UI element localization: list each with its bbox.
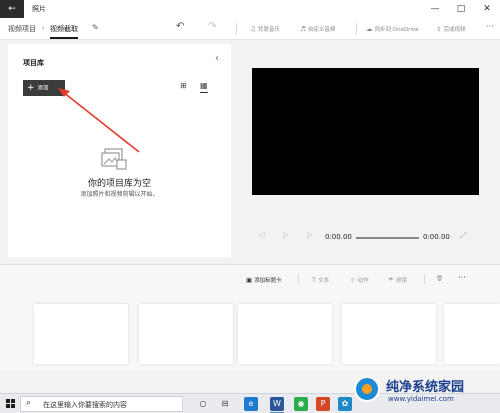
close-button[interactable]: ✕ — [474, 0, 500, 18]
motion-button[interactable]: ⊹ 动作 — [350, 276, 368, 284]
chevron-right-icon: › — [42, 25, 45, 32]
more-options-icon[interactable]: ··· — [458, 273, 466, 282]
storyboard: ▣ 添加标题卡 T 文本 ⊹ 动作 ☂ 滤镜 🗑 ··· — [0, 264, 500, 371]
watermark-url: www.yidaimei.com — [388, 395, 454, 403]
storyboard-slot[interactable] — [444, 304, 500, 364]
edge-browser-icon[interactable]: e — [244, 397, 258, 411]
project-library-panel: 项目库 ‹ + 添加 ⊞ ▦ 你的项目库为空 添加照片和视频剪辑以开始。 — [8, 44, 231, 257]
watermark-title: 纯净系统家园 — [386, 380, 465, 395]
empty-library-title: 你的项目库为空 — [87, 179, 151, 189]
sync-onedrive-label: 同步到 OneDrive — [374, 27, 419, 33]
text-label: 文本 — [317, 278, 329, 284]
plus-icon: + — [27, 83, 35, 93]
minimize-button[interactable]: — — [422, 0, 448, 18]
current-time: 0:00.00 — [325, 233, 352, 241]
background-music-label: 背景音乐 — [257, 27, 280, 33]
command-bar: 视频项目 › 视频截取 ✎ ↶ ↷ ♫ 背景音乐 ♬ 自定义音频 ☁ 同步到 OneD… — [0, 18, 500, 40]
total-time: 0:00.00 — [423, 233, 450, 241]
back-button[interactable]: ← — [0, 0, 24, 18]
finish-video-button[interactable]: ⇪ 完成视频 — [436, 25, 465, 33]
divider — [356, 23, 357, 35]
storyboard-slot[interactable] — [139, 304, 233, 364]
motion-label: 动作 — [357, 278, 369, 284]
export-icon: ⇪ — [436, 25, 442, 33]
storyboard-slot[interactable] — [34, 304, 128, 364]
cortana-icon[interactable]: ○ — [196, 397, 210, 411]
custom-audio-button[interactable]: ♬ 自定义音频 — [300, 25, 335, 33]
word-icon[interactable]: W — [270, 397, 284, 411]
divider — [298, 274, 299, 284]
watermark-logo — [354, 376, 380, 402]
list-view-icon[interactable]: ▦ — [200, 81, 208, 93]
add-title-card-label: 添加标题卡 — [254, 278, 282, 284]
music-icon: ♫ — [250, 25, 256, 33]
divider — [424, 274, 425, 284]
more-options-icon[interactable]: ··· — [486, 22, 494, 31]
play-icon[interactable]: ▷ — [283, 231, 288, 239]
task-view-icon[interactable]: ⊟ — [218, 397, 232, 411]
breadcrumb-video-trim: 视频截取 — [50, 25, 78, 39]
background-music-button[interactable]: ♫ 背景音乐 — [250, 25, 280, 33]
powerpoint-icon[interactable]: P — [316, 397, 330, 411]
preview-panel: ◁ ▷ ▷ 0:00.00 0:00.00 ⤢ — [231, 44, 500, 257]
custom-audio-label: 自定义音频 — [307, 27, 336, 33]
empty-library-subtitle: 添加照片和视频剪辑以开始。 — [80, 191, 159, 198]
search-icon: ⌕ — [26, 398, 32, 408]
filters-label: 滤镜 — [395, 278, 407, 284]
title-bar: ← 照片 — □ ✕ — [0, 0, 500, 18]
undo-icon[interactable]: ↶ — [176, 21, 184, 32]
title-card-icon: ▣ — [246, 276, 253, 284]
add-title-card-button[interactable]: ▣ 添加标题卡 — [246, 276, 282, 284]
site-watermark: 纯净系统家园 www.yidaimei.com — [346, 373, 500, 413]
storyboard-slot[interactable] — [238, 304, 332, 364]
add-button[interactable]: + 添加 — [23, 80, 65, 96]
taskbar-search-box[interactable]: ⌕ 在这里输入你要搜索的内容 — [20, 396, 183, 412]
delete-icon[interactable]: 🗑 — [436, 276, 443, 282]
text-icon: T — [312, 276, 316, 284]
photos-placeholder-icon — [101, 148, 127, 170]
maximize-button[interactable]: □ — [448, 0, 474, 18]
fullscreen-icon[interactable]: ⤢ — [460, 231, 466, 241]
storyboard-slot[interactable] — [342, 304, 436, 364]
windows-start-icon[interactable] — [6, 399, 16, 409]
library-title: 项目库 — [23, 59, 44, 67]
playback-scrubber[interactable] — [356, 237, 419, 239]
text-button[interactable]: T 文本 — [312, 276, 329, 284]
app-title: 照片 — [32, 5, 46, 13]
cloud-icon: ☁ — [366, 25, 373, 33]
grid-view-icon[interactable]: ⊞ — [180, 81, 187, 90]
sync-onedrive-button[interactable]: ☁ 同步到 OneDrive — [366, 25, 419, 33]
search-placeholder: 在这里输入你要搜索的内容 — [43, 401, 127, 409]
filter-icon: ☂ — [388, 276, 394, 284]
motion-icon: ⊹ — [350, 276, 356, 284]
video-preview — [252, 68, 479, 195]
filters-button[interactable]: ☂ 滤镜 — [388, 276, 407, 284]
wechat-icon[interactable]: ◉ — [294, 397, 308, 411]
finish-video-label: 完成视频 — [443, 27, 466, 33]
pencil-icon[interactable]: ✎ — [92, 23, 99, 32]
rewind-icon[interactable]: ◁ — [259, 231, 264, 239]
forward-icon[interactable]: ▷ — [307, 231, 312, 239]
redo-icon[interactable]: ↷ — [208, 21, 216, 32]
divider — [236, 23, 237, 35]
collapse-panel-icon[interactable]: ‹ — [215, 53, 219, 64]
audio-icon: ♬ — [300, 25, 306, 33]
add-button-label: 添加 — [37, 85, 49, 92]
breadcrumb-video-projects[interactable]: 视频项目 — [8, 24, 36, 34]
